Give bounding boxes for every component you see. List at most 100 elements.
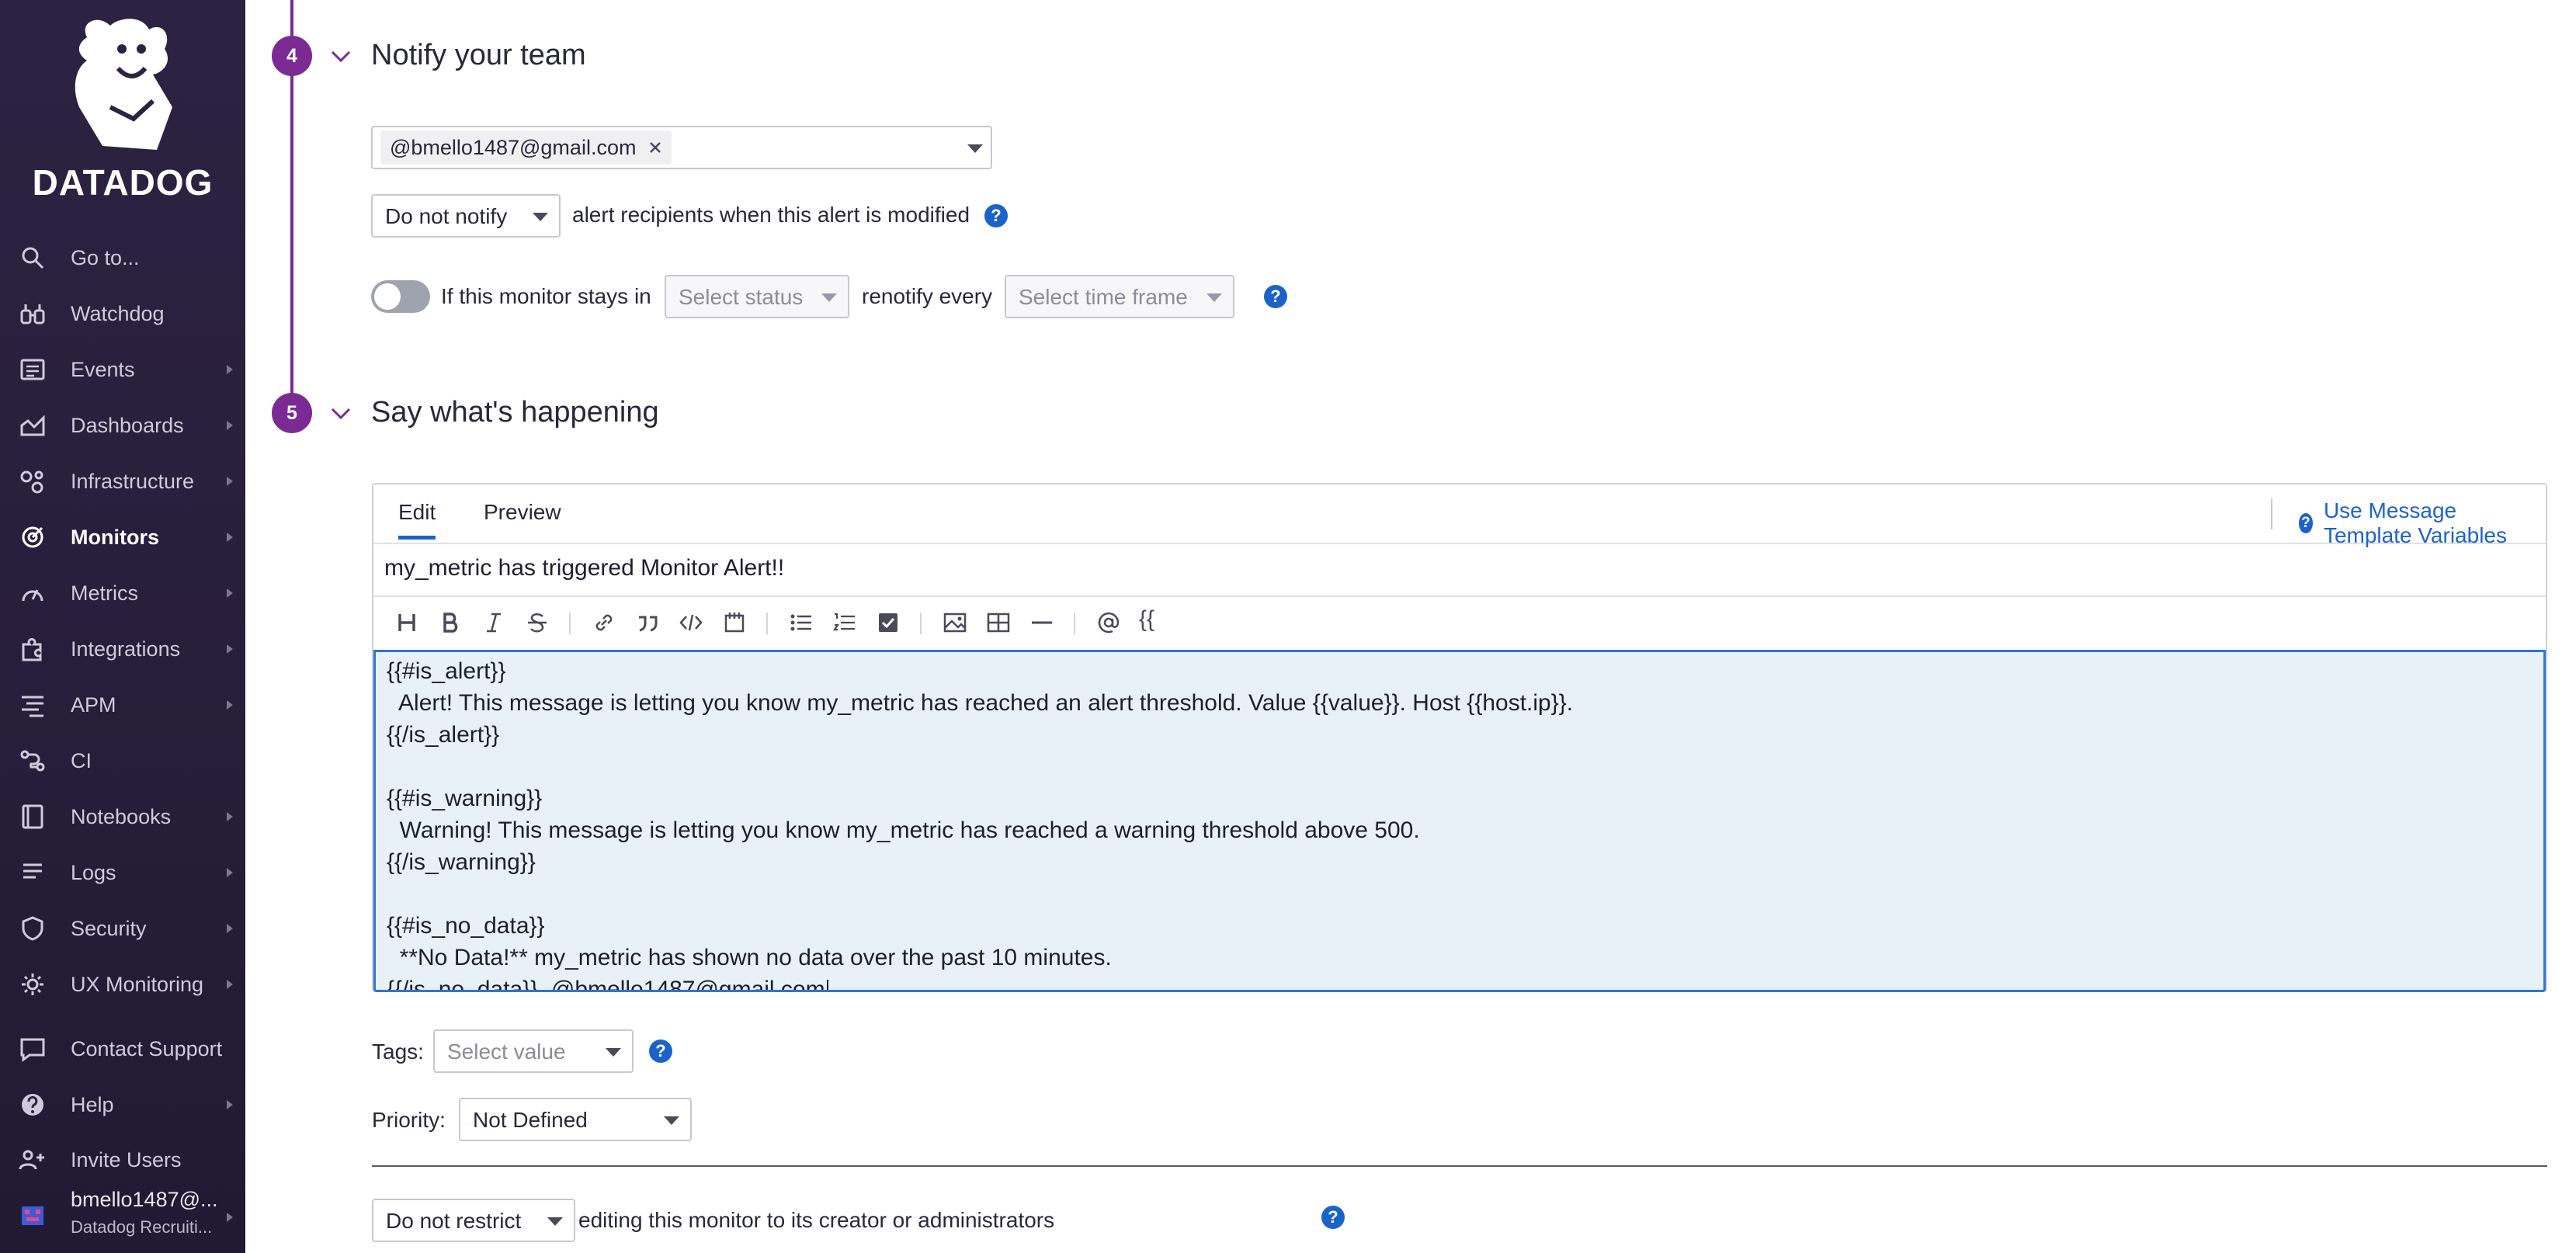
apm-icon xyxy=(19,691,47,719)
code-icon[interactable] xyxy=(678,609,704,636)
chevron-right-icon xyxy=(227,533,233,542)
step-connector xyxy=(290,75,293,394)
message-body-line: {{/is_warning}} xyxy=(387,849,536,875)
sidebar-item-notebooks[interactable]: Notebooks xyxy=(0,791,245,842)
datadog-logo[interactable]: DATADOG xyxy=(0,14,245,203)
help-icon[interactable]: ? xyxy=(649,1040,672,1063)
caret-down-icon xyxy=(1206,293,1222,302)
italic-icon[interactable] xyxy=(481,609,507,636)
template-variables-link[interactable]: ? Use Message Template Variables xyxy=(2299,498,2546,548)
horizontal-rule-icon[interactable] xyxy=(1029,609,1055,636)
ci-icon xyxy=(19,747,47,775)
notify-modified-label: alert recipients when this alert is modi… xyxy=(572,203,970,227)
template-variable-button[interactable]: {{ xyxy=(1139,606,1154,633)
table-icon[interactable] xyxy=(985,609,1012,636)
user-name: bmello1487@... xyxy=(71,1188,218,1211)
caret-down-icon xyxy=(606,1048,621,1057)
template-variables-label: Use Message Template Variables xyxy=(2323,498,2507,547)
message-body-line: {{/is_alert}} xyxy=(387,722,500,748)
chat-icon xyxy=(19,1035,47,1063)
caret-down-icon xyxy=(533,213,548,221)
chevron-down-icon[interactable] xyxy=(329,402,352,425)
bullet-list-icon[interactable] xyxy=(788,609,814,636)
recipient-chip: @bmello1487@gmail.com xyxy=(380,130,672,165)
caret-down-icon xyxy=(821,293,837,302)
help-icon[interactable]: ? xyxy=(984,204,1008,227)
sidebar-item-monitors[interactable]: Monitors xyxy=(0,512,245,563)
strikethrough-icon[interactable] xyxy=(524,609,550,636)
sidebar-item-integrations[interactable]: Integrations xyxy=(0,623,245,675)
link-icon[interactable] xyxy=(591,609,617,636)
notebook-icon xyxy=(19,803,47,831)
sidebar-item-security[interactable]: Security xyxy=(0,903,245,954)
step-number: 5 xyxy=(272,393,312,433)
priority-select[interactable]: Not Defined xyxy=(459,1098,692,1141)
sidebar-item-infrastructure[interactable]: Infrastructure xyxy=(0,456,245,507)
restrict-editing-label: editing this monitor to its creator or a… xyxy=(578,1208,1055,1232)
checkbox-icon[interactable] xyxy=(875,609,901,636)
mention-icon[interactable] xyxy=(1095,609,1122,636)
chevron-right-icon xyxy=(227,365,233,374)
sidebar: DATADOG Go to... Watchdog Events Dashboards… xyxy=(0,0,245,1253)
tab-edit[interactable]: Edit xyxy=(398,500,436,540)
restrict-editing-select[interactable]: Do not restrict xyxy=(372,1199,575,1242)
chevron-right-icon xyxy=(227,1213,233,1222)
chevron-right-icon xyxy=(227,700,233,710)
tab-preview[interactable]: Preview xyxy=(484,500,561,525)
sidebar-item-invite-users[interactable]: Invite Users xyxy=(0,1134,245,1185)
caret-down-icon xyxy=(547,1217,563,1226)
sidebar-item-apm[interactable]: APM xyxy=(0,679,245,731)
notify-modified-select[interactable]: Do not notify xyxy=(371,194,561,238)
sidebar-item-contact-support[interactable]: Contact Support xyxy=(0,1023,245,1074)
markdown-toolbar: {{ xyxy=(373,595,2546,650)
chevron-right-icon xyxy=(227,868,233,877)
toggle-knob xyxy=(374,283,401,310)
renotify-mid: renotify every xyxy=(862,284,993,308)
dashboards-icon xyxy=(19,411,47,439)
user-avatar-icon xyxy=(19,1202,47,1230)
heading-icon[interactable] xyxy=(394,609,420,636)
chevron-down-icon[interactable] xyxy=(329,45,352,68)
message-body-line: {{#is_warning}} xyxy=(387,786,543,811)
sidebar-item-label: CI xyxy=(71,748,92,772)
sidebar-item-dashboards[interactable]: Dashboards xyxy=(0,400,245,451)
renotify-toggle[interactable] xyxy=(371,280,430,313)
renotify-status-placeholder: Select status xyxy=(679,285,804,309)
sidebar-item-label: Go to... xyxy=(71,245,140,269)
numbered-list-icon[interactable] xyxy=(831,609,858,636)
bold-icon[interactable] xyxy=(437,609,463,636)
sidebar-item-ux-monitoring[interactable]: UX Monitoring xyxy=(0,959,245,1010)
close-icon[interactable] xyxy=(648,141,662,154)
recipients-select[interactable]: @bmello1487@gmail.com xyxy=(371,126,992,169)
image-icon[interactable] xyxy=(942,609,968,636)
renotify-timeframe-select[interactable]: Select time frame xyxy=(1005,275,1234,318)
sidebar-item-metrics[interactable]: Metrics xyxy=(0,567,245,619)
infrastructure-icon xyxy=(19,467,47,495)
help-icon[interactable]: ? xyxy=(1321,1206,1345,1229)
sidebar-item-logs[interactable]: Logs xyxy=(0,847,245,898)
caret-down-icon xyxy=(664,1116,679,1125)
sidebar-item-events[interactable]: Events xyxy=(0,344,245,395)
binoculars-icon xyxy=(19,300,47,328)
sidebar-item-help[interactable]: Help xyxy=(0,1079,245,1130)
quote-icon[interactable] xyxy=(634,609,661,636)
code-block-icon[interactable] xyxy=(721,609,748,636)
help-icon: ? xyxy=(2299,513,2313,533)
chevron-right-icon xyxy=(227,924,233,933)
help-icon[interactable]: ? xyxy=(1264,285,1287,308)
chevron-right-icon xyxy=(227,477,233,486)
step-connector xyxy=(290,0,293,36)
message-subject-input[interactable]: my_metric has triggered Monitor Alert!! xyxy=(373,543,2546,597)
renotify-status-select[interactable]: Select status xyxy=(665,275,849,318)
shield-icon xyxy=(19,915,47,942)
datadog-dog-icon xyxy=(75,19,172,150)
sidebar-item-watchdog[interactable]: Watchdog xyxy=(0,288,245,339)
chevron-right-icon xyxy=(227,421,233,430)
sidebar-item-ci[interactable]: CI xyxy=(0,735,245,786)
message-body-line: {{#is_no_data}} xyxy=(387,913,545,939)
puzzle-icon xyxy=(19,635,47,663)
sidebar-item-label: Infrastructure xyxy=(71,469,195,493)
message-body-textarea[interactable]: {{#is_alert}} Alert! This message is let… xyxy=(373,650,2546,992)
sidebar-item-go-to[interactable]: Go to... xyxy=(0,232,245,283)
tags-select[interactable]: Select value xyxy=(433,1029,634,1073)
